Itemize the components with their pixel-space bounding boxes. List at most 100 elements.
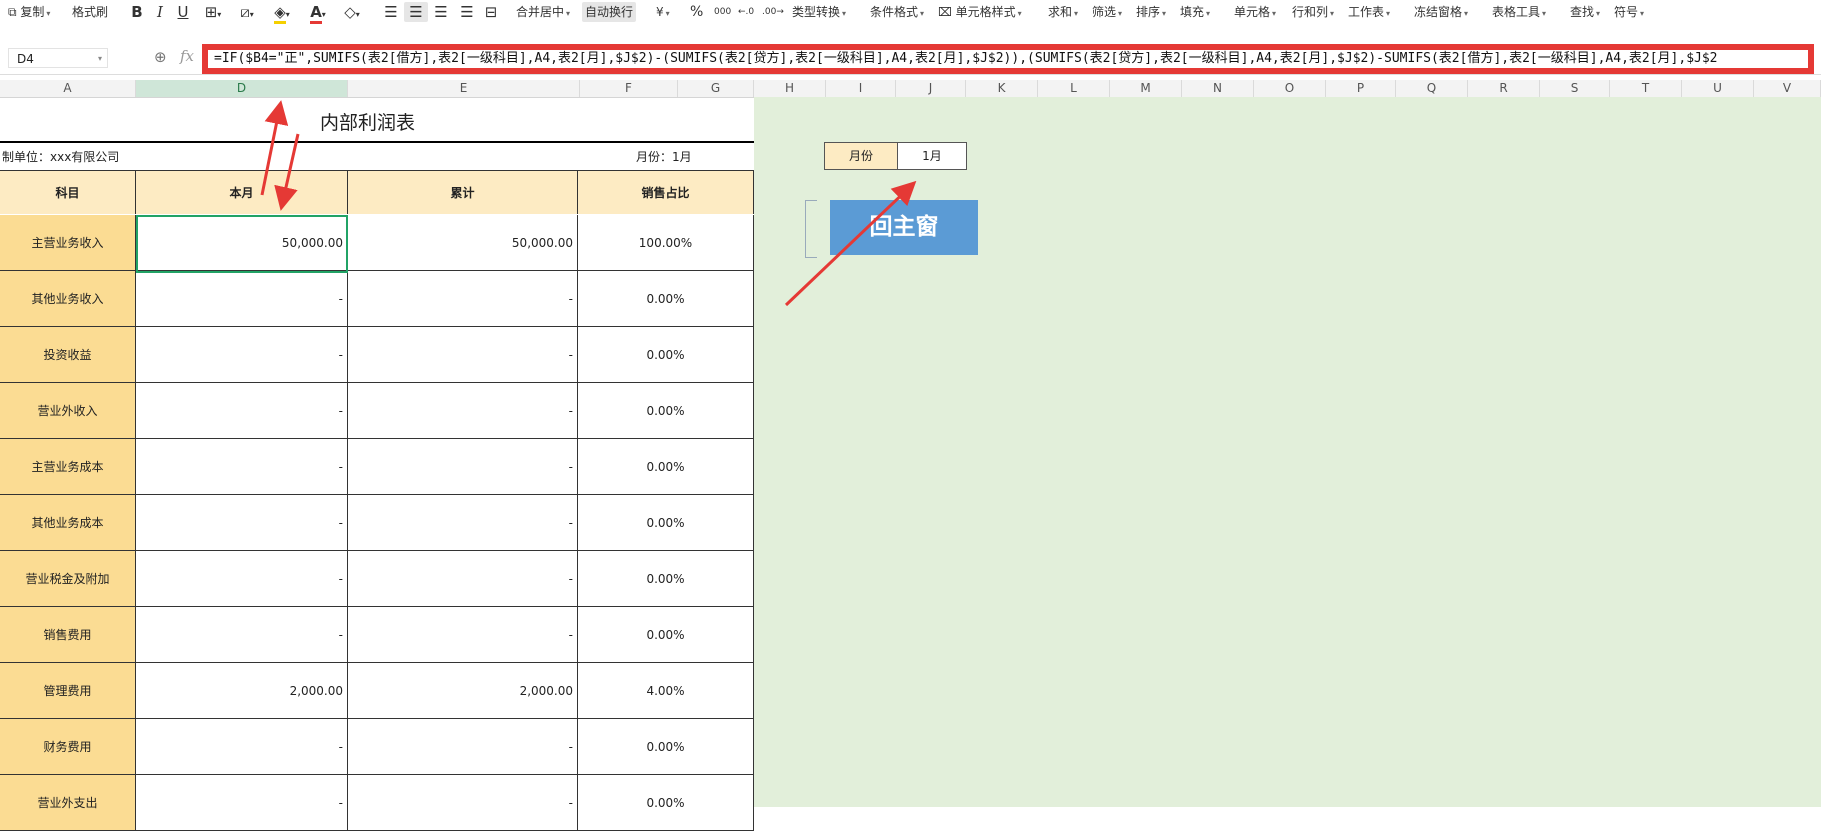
column-header-K[interactable]: K bbox=[966, 80, 1038, 97]
column-header-P[interactable]: P bbox=[1326, 80, 1396, 97]
column-header-L[interactable]: L bbox=[1038, 80, 1110, 97]
find-button[interactable]: 查找 ▾ bbox=[1570, 2, 1600, 22]
cell-button[interactable]: 单元格 ▾ bbox=[1234, 2, 1276, 22]
cell-total[interactable]: - bbox=[348, 327, 578, 383]
wrap-text-button[interactable]: 自动换行 bbox=[582, 2, 637, 22]
align-right-icon[interactable]: ☰ bbox=[432, 2, 450, 22]
row-label[interactable]: 管理费用 bbox=[0, 663, 136, 719]
sum-button[interactable]: 求和 ▾ bbox=[1048, 2, 1078, 22]
column-header-N[interactable]: N bbox=[1182, 80, 1254, 97]
row-col-button[interactable]: 行和列 ▾ bbox=[1292, 2, 1334, 22]
percent-button[interactable]: % bbox=[690, 2, 703, 22]
cell-total[interactable]: 50,000.00 bbox=[348, 215, 578, 271]
cell-ratio[interactable]: 0.00% bbox=[578, 775, 754, 831]
cell-ratio[interactable]: 0.00% bbox=[578, 495, 754, 551]
table-tools-button[interactable]: 表格工具 ▾ bbox=[1492, 2, 1546, 22]
font-color-icon[interactable]: A▾ bbox=[304, 2, 332, 24]
cell-month[interactable]: - bbox=[136, 439, 348, 495]
row-label[interactable]: 其他业务收入 bbox=[0, 271, 136, 327]
cell-total[interactable]: - bbox=[348, 439, 578, 495]
cell-ratio[interactable]: 0.00% bbox=[578, 719, 754, 775]
cell-ratio[interactable]: 0.00% bbox=[578, 383, 754, 439]
cell-month[interactable]: - bbox=[136, 551, 348, 607]
column-header-T[interactable]: T bbox=[1610, 80, 1682, 97]
row-label[interactable]: 其他业务成本 bbox=[0, 495, 136, 551]
cell-ratio[interactable]: 0.00% bbox=[578, 551, 754, 607]
bold-button[interactable]: B bbox=[128, 2, 146, 22]
month-value-cell[interactable]: 1月 bbox=[897, 142, 967, 170]
cell-month[interactable]: 2,000.00 bbox=[136, 663, 348, 719]
format-painter-button[interactable]: 格式刷 bbox=[72, 2, 108, 22]
cell-ratio[interactable]: 0.00% bbox=[578, 327, 754, 383]
cell-total[interactable]: - bbox=[348, 775, 578, 831]
row-label[interactable]: 营业税金及附加 bbox=[0, 551, 136, 607]
filter-button[interactable]: 筛选 ▾ bbox=[1092, 2, 1122, 22]
column-header-M[interactable]: M bbox=[1110, 80, 1182, 97]
column-header-R[interactable]: R bbox=[1468, 80, 1540, 97]
eraser-icon[interactable]: ◇▾ bbox=[338, 2, 366, 22]
worksheet-button[interactable]: 工作表 ▾ bbox=[1348, 2, 1390, 22]
column-header-Q[interactable]: Q bbox=[1396, 80, 1468, 97]
merge-center-button[interactable]: 合并居中 ▾ bbox=[516, 2, 570, 22]
cell-total[interactable]: 2,000.00 bbox=[348, 663, 578, 719]
italic-button[interactable]: I bbox=[152, 2, 168, 22]
border-icon[interactable]: ⊞▾ bbox=[200, 2, 226, 22]
cell-month[interactable]: - bbox=[136, 271, 348, 327]
column-header-A[interactable]: A bbox=[0, 80, 136, 97]
cell-total[interactable]: - bbox=[348, 271, 578, 327]
cell-month[interactable]: - bbox=[136, 495, 348, 551]
cell-ratio[interactable]: 0.00% bbox=[578, 607, 754, 663]
column-header-V[interactable]: V bbox=[1754, 80, 1821, 97]
zoom-icon[interactable]: ⊕ bbox=[154, 48, 167, 66]
cell-month[interactable]: - bbox=[136, 327, 348, 383]
cell-total[interactable]: - bbox=[348, 719, 578, 775]
column-header-O[interactable]: O bbox=[1254, 80, 1326, 97]
fill-format-icon[interactable]: ⧄▾ bbox=[234, 2, 260, 22]
cell-ratio[interactable]: 100.00% bbox=[578, 215, 754, 271]
thousands-button[interactable]: 000 bbox=[714, 2, 731, 22]
distribute-icon[interactable]: ⊟ bbox=[482, 2, 500, 22]
copy-button[interactable]: ⧉ 复制 ▾ bbox=[8, 2, 50, 22]
column-header-U[interactable]: U bbox=[1682, 80, 1754, 97]
cell-ratio[interactable]: 4.00% bbox=[578, 663, 754, 719]
cell-month[interactable]: - bbox=[136, 607, 348, 663]
row-label[interactable]: 财务费用 bbox=[0, 719, 136, 775]
increase-decimal-icon[interactable]: ←.0 bbox=[738, 2, 754, 22]
row-label[interactable]: 销售费用 bbox=[0, 607, 136, 663]
name-box[interactable]: D4 ▾ bbox=[8, 48, 108, 68]
back-to-main-button[interactable]: 回主窗 bbox=[830, 200, 978, 255]
align-center-icon[interactable]: ☰ bbox=[404, 2, 428, 22]
column-header-D[interactable]: D bbox=[136, 80, 348, 97]
type-convert-button[interactable]: 类型转换 ▾ bbox=[792, 2, 846, 22]
cell-month[interactable]: - bbox=[136, 775, 348, 831]
decrease-decimal-icon[interactable]: .00→ bbox=[762, 2, 784, 22]
cell-ratio[interactable]: 0.00% bbox=[578, 271, 754, 327]
cell-total[interactable]: - bbox=[348, 383, 578, 439]
fill-button[interactable]: 填充 ▾ bbox=[1180, 2, 1210, 22]
fx-icon[interactable]: fx bbox=[180, 47, 194, 65]
column-header-H[interactable]: H bbox=[754, 80, 826, 97]
fill-color-icon[interactable]: ◈▾ bbox=[268, 2, 296, 24]
column-header-S[interactable]: S bbox=[1540, 80, 1610, 97]
align-left-icon[interactable]: ☰ bbox=[382, 2, 400, 22]
cell-style-button[interactable]: ⌧ 单元格样式 ▾ bbox=[938, 2, 1022, 22]
cell-total[interactable]: - bbox=[348, 495, 578, 551]
freeze-button[interactable]: 冻结窗格 ▾ bbox=[1414, 2, 1468, 22]
column-header-G[interactable]: G bbox=[678, 80, 754, 97]
formula-input[interactable]: =IF($B4="正",SUMIFS(表2[借方],表2[一级科目],A4,表2… bbox=[202, 44, 1814, 74]
row-label[interactable]: 主营业务收入 bbox=[0, 215, 136, 271]
currency-button[interactable]: ¥ ▾ bbox=[656, 2, 670, 22]
column-header-F[interactable]: F bbox=[580, 80, 678, 97]
row-label[interactable]: 主营业务成本 bbox=[0, 439, 136, 495]
row-label[interactable]: 营业外收入 bbox=[0, 383, 136, 439]
justify-icon[interactable]: ☰ bbox=[458, 2, 476, 22]
cell-month[interactable]: - bbox=[136, 719, 348, 775]
cell-total[interactable]: - bbox=[348, 551, 578, 607]
cell-total[interactable]: - bbox=[348, 607, 578, 663]
column-header-J[interactable]: J bbox=[896, 80, 966, 97]
symbol-button[interactable]: 符号 ▾ bbox=[1614, 2, 1644, 22]
cell-ratio[interactable]: 0.00% bbox=[578, 439, 754, 495]
column-header-I[interactable]: I bbox=[826, 80, 896, 97]
column-header-E[interactable]: E bbox=[348, 80, 580, 97]
underline-button[interactable]: U bbox=[174, 2, 192, 22]
